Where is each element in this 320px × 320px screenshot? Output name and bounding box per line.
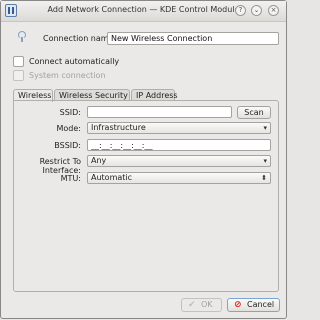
scan-button[interactable]: Scan xyxy=(237,106,271,119)
restrict-interface-select[interactable]: Any ▾ xyxy=(87,155,271,167)
mtu-value: Automatic xyxy=(91,173,133,182)
spin-arrows-icon[interactable]: ⬍ xyxy=(261,173,267,183)
mode-value: Infrastructure xyxy=(91,123,146,132)
connect-automatically-box[interactable] xyxy=(13,56,24,67)
chevron-down-icon: ▾ xyxy=(263,157,267,165)
mtu-label: MTU: xyxy=(60,174,81,183)
system-connection-box xyxy=(13,70,24,81)
close-button[interactable]: × xyxy=(268,5,279,16)
help-button[interactable]: ? xyxy=(235,5,246,16)
check-icon: ✔ xyxy=(188,300,196,310)
mode-label: Mode: xyxy=(56,124,82,133)
cancel-icon: ⊘ xyxy=(234,300,242,310)
connection-name-input[interactable] xyxy=(107,32,279,45)
ok-button: ✔ OK xyxy=(181,298,222,312)
mtu-spinbox[interactable]: Automatic ⬍ xyxy=(87,172,271,184)
dialog-window: Add Network Connection — KDE Control Mod… xyxy=(0,0,287,319)
chevron-down-icon: ▾ xyxy=(263,124,267,132)
ssid-input[interactable] xyxy=(87,106,232,118)
restrict-interface-value: Any xyxy=(91,156,107,165)
ssid-label: SSID: xyxy=(59,108,81,117)
cancel-button[interactable]: ⊘ Cancel xyxy=(227,298,280,312)
connection-name-label: Connection name: xyxy=(43,34,117,43)
bssid-input[interactable] xyxy=(87,139,271,151)
mode-select[interactable]: Infrastructure ▾ xyxy=(87,122,271,134)
bssid-label: BSSID: xyxy=(54,141,81,150)
system-connection-label: System connection xyxy=(29,71,106,80)
minimize-button[interactable]: ⌄ xyxy=(251,5,262,16)
wireless-connection-icon xyxy=(17,31,27,43)
restrict-interface-label: Restrict To Interface: xyxy=(39,157,81,175)
connect-automatically-label: Connect automatically xyxy=(29,57,120,66)
title-bar[interactable]: Add Network Connection — KDE Control Mod… xyxy=(1,1,286,22)
